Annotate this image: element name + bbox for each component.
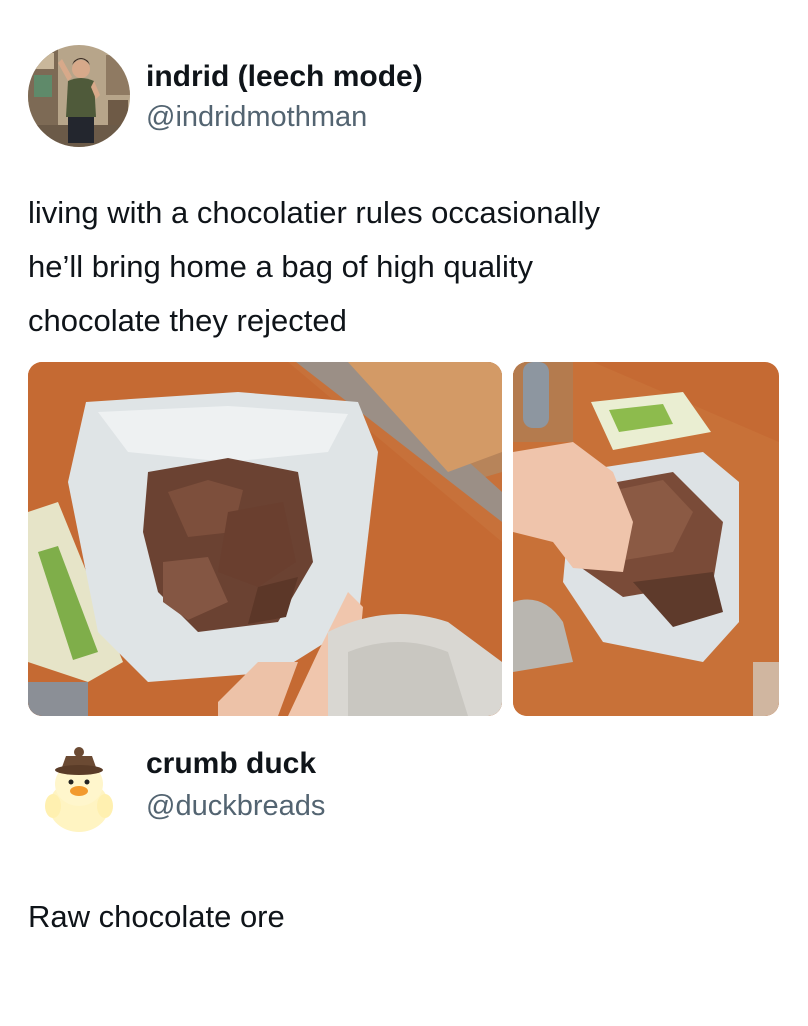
tweet-text-line: chocolate they rejected — [28, 303, 347, 338]
reply-author-display-name[interactable]: crumb duck — [146, 746, 316, 782]
tweet-text-line: living with a chocolatier rules occasion… — [28, 195, 601, 230]
reply-text: Raw chocolate ore — [28, 890, 285, 944]
reply-author-avatar[interactable] — [28, 734, 130, 836]
tweet-photo-1[interactable] — [28, 362, 502, 716]
photo-hand-holding-chocolate-chunk-icon — [513, 362, 779, 716]
reply-text-line: Raw chocolate ore — [28, 899, 285, 934]
author-avatar[interactable] — [28, 45, 130, 147]
tweet-text: living with a chocolatier rules occasion… — [28, 186, 600, 348]
author-display-name[interactable]: indrid (leech mode) — [146, 59, 423, 95]
tweet-photo-2[interactable] — [513, 362, 779, 716]
tweet-text-line: he’ll bring home a bag of high quality — [28, 249, 533, 284]
duck-plush-icon — [28, 734, 130, 836]
reply-author-handle[interactable]: @duckbreads — [146, 788, 325, 824]
person-photo-icon — [28, 45, 130, 147]
author-handle[interactable]: @indridmothman — [146, 99, 367, 135]
photo-open-bag-of-chocolate-icon — [28, 362, 502, 716]
